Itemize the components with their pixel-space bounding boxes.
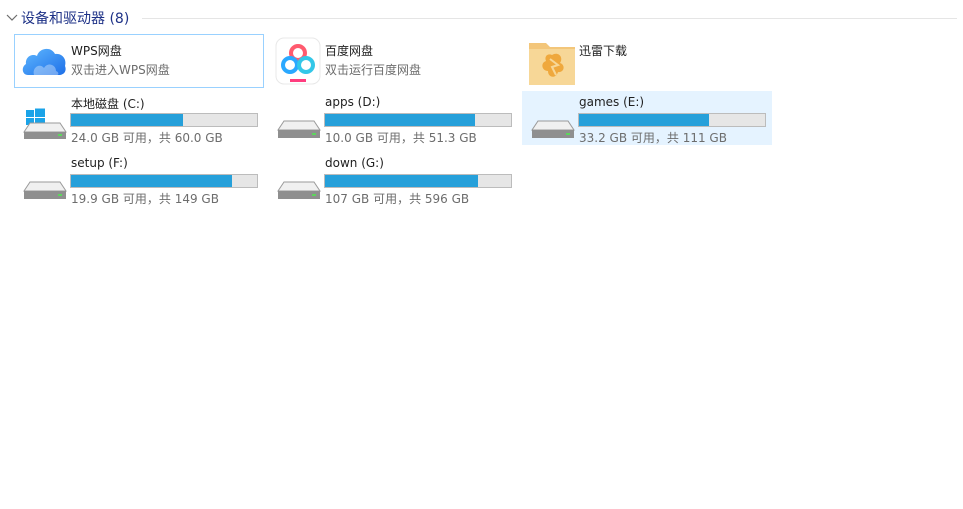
app-description: 双击运行百度网盘 [325,63,422,77]
drive-space-text: 33.2 GB 可用，共 111 GB [579,131,727,145]
baidu-netdisk-icon [275,37,321,85]
app-name: WPS网盘 [71,44,122,58]
app-name: 百度网盘 [325,44,374,58]
drive-name: games (E:) [579,95,645,109]
thunder-folder-icon [529,43,575,85]
drive-usage-bar [324,113,512,127]
drive-usage-bar [578,113,766,127]
drive-space-text: 19.9 GB 可用，共 149 GB [71,192,219,206]
drive-name: setup (F:) [71,156,128,170]
app-tile-thunder[interactable]: 迅雷下载 [522,34,772,88]
app-tile-wps[interactable]: WPS网盘 双击进入WPS网盘 [14,34,264,88]
drive-tile-d[interactable]: apps (D:) 10.0 GB 可用，共 51.3 GB [268,91,518,145]
drive-usage-fill [579,114,710,126]
drive-space-text: 107 GB 可用，共 596 GB [325,192,470,206]
wps-cloud-icon [22,48,66,75]
drive-usage-fill [325,114,475,126]
hard-drive-icon [277,181,321,199]
drive-usage-bar [324,174,512,188]
chevron-down-icon[interactable] [5,11,19,25]
drive-usage-bar [70,113,258,127]
hard-drive-icon [277,120,321,138]
app-description: 双击进入WPS网盘 [71,63,170,77]
section-title: 设备和驱动器 (8) [21,11,130,27]
app-name: 迅雷下载 [579,44,628,58]
drive-name: 本地磁盘 (C:) [71,97,145,111]
drive-usage-bar [70,174,258,188]
section-header[interactable]: 设备和驱动器 (8) [0,6,963,30]
drive-space-text: 10.0 GB 可用，共 51.3 GB [325,131,477,145]
drive-usage-fill [71,175,233,187]
hard-drive-icon [531,120,575,138]
drive-usage-fill [71,114,183,126]
section-divider [142,18,957,19]
app-tile-baidu[interactable]: 百度网盘 双击运行百度网盘 [268,34,518,88]
drive-name: apps (D:) [325,95,381,109]
windows-drive-icon [23,108,67,139]
drive-tile-g[interactable]: down (G:) 107 GB 可用，共 596 GB [268,152,518,206]
drive-space-text: 24.0 GB 可用，共 60.0 GB [71,131,223,145]
drive-name: down (G:) [325,156,384,170]
drive-tile-f[interactable]: setup (F:) 19.9 GB 可用，共 149 GB [14,152,264,206]
drive-tile-e[interactable]: games (E:) 33.2 GB 可用，共 111 GB [522,91,772,145]
hard-drive-icon [23,181,67,199]
drive-tile-c[interactable]: 本地磁盘 (C:) 24.0 GB 可用，共 60.0 GB [14,91,264,145]
drive-usage-fill [325,175,478,187]
